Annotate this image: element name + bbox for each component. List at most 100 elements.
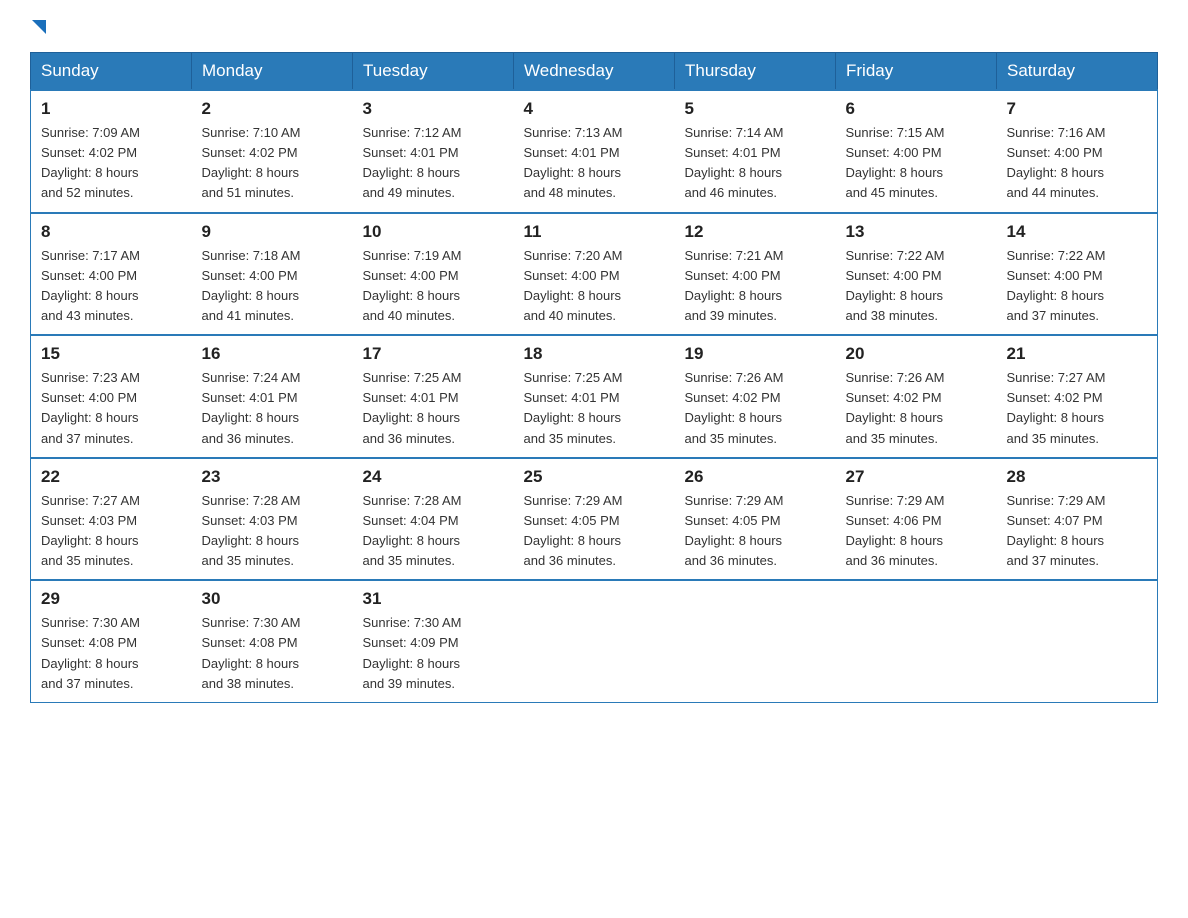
logo xyxy=(30,20,46,34)
calendar-cell: 21 Sunrise: 7:27 AMSunset: 4:02 PMDayligh… xyxy=(997,335,1158,458)
weekday-header-wednesday: Wednesday xyxy=(514,53,675,91)
day-info: Sunrise: 7:25 AMSunset: 4:01 PMDaylight:… xyxy=(524,368,665,449)
calendar-cell: 13 Sunrise: 7:22 AMSunset: 4:00 PMDayligh… xyxy=(836,213,997,336)
day-number: 21 xyxy=(1007,344,1148,364)
day-number: 18 xyxy=(524,344,665,364)
day-number: 15 xyxy=(41,344,182,364)
day-number: 11 xyxy=(524,222,665,242)
day-number: 25 xyxy=(524,467,665,487)
day-number: 19 xyxy=(685,344,826,364)
weekday-header-sunday: Sunday xyxy=(31,53,192,91)
calendar-cell: 22 Sunrise: 7:27 AMSunset: 4:03 PMDayligh… xyxy=(31,458,192,581)
calendar-cell: 3Sunrise: 7:12 AMSunset: 4:01 PMDaylight… xyxy=(353,90,514,213)
weekday-header-friday: Friday xyxy=(836,53,997,91)
calendar-week-row: 22 Sunrise: 7:27 AMSunset: 4:03 PMDayligh… xyxy=(31,458,1158,581)
day-number: 20 xyxy=(846,344,987,364)
calendar-week-row: 15 Sunrise: 7:23 AMSunset: 4:00 PMDayligh… xyxy=(31,335,1158,458)
day-number: 2 xyxy=(202,99,343,119)
day-info: Sunrise: 7:22 AMSunset: 4:00 PMDaylight:… xyxy=(1007,246,1148,327)
calendar-cell: 8Sunrise: 7:17 AMSunset: 4:00 PMDaylight… xyxy=(31,213,192,336)
day-info: Sunrise: 7:30 AMSunset: 4:08 PMDaylight:… xyxy=(202,613,343,694)
calendar-cell: 14 Sunrise: 7:22 AMSunset: 4:00 PMDayligh… xyxy=(997,213,1158,336)
day-info: Sunrise: 7:16 AMSunset: 4:00 PMDaylight:… xyxy=(1007,123,1148,204)
calendar-cell: 5Sunrise: 7:14 AMSunset: 4:01 PMDaylight… xyxy=(675,90,836,213)
day-info: Sunrise: 7:14 AMSunset: 4:01 PMDaylight:… xyxy=(685,123,826,204)
day-info: Sunrise: 7:18 AMSunset: 4:00 PMDaylight:… xyxy=(202,246,343,327)
day-info: Sunrise: 7:27 AMSunset: 4:03 PMDaylight:… xyxy=(41,491,182,572)
calendar-cell: 19 Sunrise: 7:26 AMSunset: 4:02 PMDayligh… xyxy=(675,335,836,458)
day-number: 24 xyxy=(363,467,504,487)
calendar-cell: 15 Sunrise: 7:23 AMSunset: 4:00 PMDayligh… xyxy=(31,335,192,458)
weekday-header-row: SundayMondayTuesdayWednesdayThursdayFrid… xyxy=(31,53,1158,91)
day-number: 10 xyxy=(363,222,504,242)
day-info: Sunrise: 7:22 AMSunset: 4:00 PMDaylight:… xyxy=(846,246,987,327)
day-info: Sunrise: 7:28 AMSunset: 4:03 PMDaylight:… xyxy=(202,491,343,572)
day-info: Sunrise: 7:30 AMSunset: 4:09 PMDaylight:… xyxy=(363,613,504,694)
day-number: 1 xyxy=(41,99,182,119)
weekday-header-thursday: Thursday xyxy=(675,53,836,91)
calendar-cell: 25 Sunrise: 7:29 AMSunset: 4:05 PMDayligh… xyxy=(514,458,675,581)
day-info: Sunrise: 7:09 AMSunset: 4:02 PMDaylight:… xyxy=(41,123,182,204)
calendar-cell: 23 Sunrise: 7:28 AMSunset: 4:03 PMDayligh… xyxy=(192,458,353,581)
logo-arrow-icon xyxy=(32,20,46,34)
calendar-cell: 17Sunrise: 7:25 AMSunset: 4:01 PMDayligh… xyxy=(353,335,514,458)
day-number: 8 xyxy=(41,222,182,242)
calendar-cell xyxy=(675,580,836,702)
day-number: 12 xyxy=(685,222,826,242)
day-info: Sunrise: 7:29 AMSunset: 4:05 PMDaylight:… xyxy=(685,491,826,572)
calendar-cell xyxy=(514,580,675,702)
calendar-cell: 9 Sunrise: 7:18 AMSunset: 4:00 PMDaylight… xyxy=(192,213,353,336)
calendar-cell: 7 Sunrise: 7:16 AMSunset: 4:00 PMDaylight… xyxy=(997,90,1158,213)
day-number: 31 xyxy=(363,589,504,609)
day-number: 14 xyxy=(1007,222,1148,242)
day-number: 30 xyxy=(202,589,343,609)
day-info: Sunrise: 7:29 AMSunset: 4:05 PMDaylight:… xyxy=(524,491,665,572)
calendar-week-row: 8Sunrise: 7:17 AMSunset: 4:00 PMDaylight… xyxy=(31,213,1158,336)
weekday-header-tuesday: Tuesday xyxy=(353,53,514,91)
calendar-cell: 16Sunrise: 7:24 AMSunset: 4:01 PMDayligh… xyxy=(192,335,353,458)
day-number: 3 xyxy=(363,99,504,119)
day-number: 23 xyxy=(202,467,343,487)
weekday-header-monday: Monday xyxy=(192,53,353,91)
calendar-cell: 6 Sunrise: 7:15 AMSunset: 4:00 PMDaylight… xyxy=(836,90,997,213)
calendar-cell: 18 Sunrise: 7:25 AMSunset: 4:01 PMDayligh… xyxy=(514,335,675,458)
day-number: 28 xyxy=(1007,467,1148,487)
day-number: 9 xyxy=(202,222,343,242)
calendar-cell: 24 Sunrise: 7:28 AMSunset: 4:04 PMDayligh… xyxy=(353,458,514,581)
day-info: Sunrise: 7:29 AMSunset: 4:06 PMDaylight:… xyxy=(846,491,987,572)
day-info: Sunrise: 7:26 AMSunset: 4:02 PMDaylight:… xyxy=(685,368,826,449)
day-info: Sunrise: 7:23 AMSunset: 4:00 PMDaylight:… xyxy=(41,368,182,449)
calendar-cell: 30 Sunrise: 7:30 AMSunset: 4:08 PMDayligh… xyxy=(192,580,353,702)
calendar-cell: 1 Sunrise: 7:09 AMSunset: 4:02 PMDaylight… xyxy=(31,90,192,213)
day-info: Sunrise: 7:28 AMSunset: 4:04 PMDaylight:… xyxy=(363,491,504,572)
calendar-cell: 31 Sunrise: 7:30 AMSunset: 4:09 PMDayligh… xyxy=(353,580,514,702)
calendar-cell: 20 Sunrise: 7:26 AMSunset: 4:02 PMDayligh… xyxy=(836,335,997,458)
calendar-cell: 29Sunrise: 7:30 AMSunset: 4:08 PMDayligh… xyxy=(31,580,192,702)
calendar-week-row: 1 Sunrise: 7:09 AMSunset: 4:02 PMDaylight… xyxy=(31,90,1158,213)
calendar-cell: 12 Sunrise: 7:21 AMSunset: 4:00 PMDayligh… xyxy=(675,213,836,336)
day-number: 22 xyxy=(41,467,182,487)
day-info: Sunrise: 7:29 AMSunset: 4:07 PMDaylight:… xyxy=(1007,491,1148,572)
day-number: 4 xyxy=(524,99,665,119)
day-number: 7 xyxy=(1007,99,1148,119)
calendar-cell: 27Sunrise: 7:29 AMSunset: 4:06 PMDayligh… xyxy=(836,458,997,581)
day-info: Sunrise: 7:20 AMSunset: 4:00 PMDaylight:… xyxy=(524,246,665,327)
day-number: 13 xyxy=(846,222,987,242)
day-info: Sunrise: 7:21 AMSunset: 4:00 PMDaylight:… xyxy=(685,246,826,327)
day-info: Sunrise: 7:25 AMSunset: 4:01 PMDaylight:… xyxy=(363,368,504,449)
day-info: Sunrise: 7:13 AMSunset: 4:01 PMDaylight:… xyxy=(524,123,665,204)
calendar-cell: 4 Sunrise: 7:13 AMSunset: 4:01 PMDaylight… xyxy=(514,90,675,213)
day-info: Sunrise: 7:26 AMSunset: 4:02 PMDaylight:… xyxy=(846,368,987,449)
day-info: Sunrise: 7:15 AMSunset: 4:00 PMDaylight:… xyxy=(846,123,987,204)
day-number: 26 xyxy=(685,467,826,487)
weekday-header-saturday: Saturday xyxy=(997,53,1158,91)
day-info: Sunrise: 7:10 AMSunset: 4:02 PMDaylight:… xyxy=(202,123,343,204)
calendar-cell: 2 Sunrise: 7:10 AMSunset: 4:02 PMDaylight… xyxy=(192,90,353,213)
calendar-cell: 26 Sunrise: 7:29 AMSunset: 4:05 PMDayligh… xyxy=(675,458,836,581)
day-info: Sunrise: 7:27 AMSunset: 4:02 PMDaylight:… xyxy=(1007,368,1148,449)
calendar-table: SundayMondayTuesdayWednesdayThursdayFrid… xyxy=(30,52,1158,703)
calendar-cell xyxy=(997,580,1158,702)
day-info: Sunrise: 7:19 AMSunset: 4:00 PMDaylight:… xyxy=(363,246,504,327)
day-number: 29 xyxy=(41,589,182,609)
day-number: 6 xyxy=(846,99,987,119)
